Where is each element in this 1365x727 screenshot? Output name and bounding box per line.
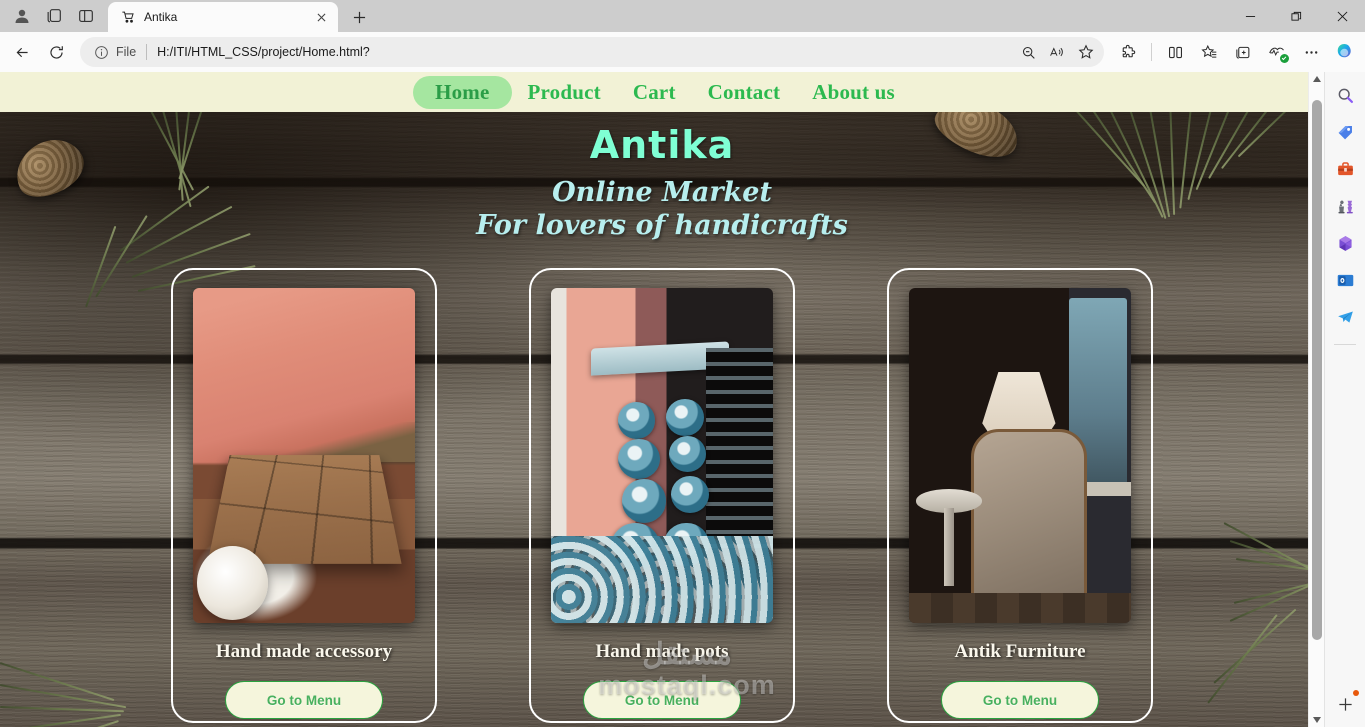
tab-close-icon[interactable] xyxy=(312,8,330,26)
collections-add-icon[interactable] xyxy=(1227,36,1259,68)
profile-icon[interactable] xyxy=(6,2,38,30)
favorites-list-icon[interactable] xyxy=(1193,36,1225,68)
search-icon[interactable] xyxy=(1330,80,1360,110)
go-to-menu-button[interactable]: Go to Menu xyxy=(583,681,741,720)
site-nav: Home Product Cart Contact About us xyxy=(0,72,1324,112)
edge-sidebar xyxy=(1324,72,1365,727)
go-to-menu-button[interactable]: Go to Menu xyxy=(225,681,383,720)
window-controls xyxy=(1227,0,1365,32)
sidebar-divider xyxy=(1334,344,1356,345)
new-tab-button[interactable] xyxy=(344,3,374,31)
handmade-pots-photo[interactable] xyxy=(551,288,773,624)
window-close-icon[interactable] xyxy=(1319,0,1365,32)
nav-item-product[interactable]: Product xyxy=(512,76,617,109)
favorite-star-icon[interactable] xyxy=(1072,39,1100,65)
maximize-icon[interactable] xyxy=(1273,0,1319,32)
omnibox-divider xyxy=(146,44,148,60)
page-viewport: Home Product Cart Contact About us Antik… xyxy=(0,72,1324,727)
pottery-heap xyxy=(551,536,773,624)
page-scrollbar[interactable] xyxy=(1308,72,1324,727)
games-chess-icon[interactable] xyxy=(1330,191,1360,221)
hero-tagline-line-2: For lovers of handicrafts xyxy=(476,210,848,242)
refresh-icon[interactable] xyxy=(40,36,72,68)
split-pane-icon[interactable] xyxy=(70,2,102,30)
card-title: Antik Furniture xyxy=(954,641,1086,663)
card-title: Hand made accessory xyxy=(215,641,393,663)
scroll-up-arrow-icon[interactable] xyxy=(1309,72,1324,86)
wood-floor xyxy=(909,593,1131,624)
card-title: Hand made pots xyxy=(595,641,729,663)
ceramic-plate xyxy=(622,479,667,523)
url-text[interactable]: H:/ITI/HTML_CSS/project/Home.html? xyxy=(157,45,1014,59)
tab-collections-icon[interactable] xyxy=(38,2,70,30)
microsoft-365-icon[interactable] xyxy=(1330,228,1360,258)
nav-item-cart[interactable]: Cart xyxy=(617,76,692,109)
wing-chair xyxy=(971,428,1087,604)
table-leg xyxy=(943,508,955,586)
hero-section: Antika Online Market For lovers of handi… xyxy=(0,112,1324,243)
cart-icon xyxy=(120,9,136,25)
lamp-shade xyxy=(982,371,1056,433)
nav-item-contact[interactable]: Contact xyxy=(692,76,797,109)
minimize-icon[interactable] xyxy=(1227,0,1273,32)
address-bar[interactable]: File H:/ITI/HTML_CSS/project/Home.html? xyxy=(80,37,1104,67)
site-brand-title: Antika xyxy=(589,123,735,167)
ceramic-plate xyxy=(670,475,709,513)
card-hand-made-pots[interactable]: Hand made pots Go to Menu xyxy=(529,268,795,724)
zoom-out-icon[interactable] xyxy=(1014,39,1042,65)
go-to-menu-button[interactable]: Go to Menu xyxy=(941,681,1099,720)
ceramic-plate xyxy=(617,402,656,439)
notification-dot xyxy=(1353,690,1359,696)
category-cards: Hand made accessory Go to Menu Hand made… xyxy=(0,268,1324,724)
shopping-tag-icon[interactable] xyxy=(1330,117,1360,147)
tools-briefcase-icon[interactable] xyxy=(1330,154,1360,184)
hero-tagline: Online Market For lovers of handicrafts xyxy=(0,176,1324,244)
extensions-puzzle-icon[interactable] xyxy=(1112,36,1144,68)
tab-strip: Antika xyxy=(0,0,1365,32)
back-arrow-icon[interactable] xyxy=(6,36,38,68)
omnibox-actions xyxy=(1014,39,1100,65)
side-table xyxy=(915,489,983,596)
nav-item-about-us[interactable]: About us xyxy=(796,76,911,109)
browser-essentials-icon[interactable] xyxy=(1261,36,1293,68)
shop-shelves xyxy=(706,348,773,557)
toolbar-divider xyxy=(1151,43,1152,61)
edge-browser-window: Antika File H:/ITI/HTML_CSS/project/Home… xyxy=(0,0,1365,727)
handmade-accessory-photo[interactable] xyxy=(193,288,415,624)
read-aloud-icon[interactable] xyxy=(1043,39,1071,65)
tab-title: Antika xyxy=(144,10,178,24)
ceramic-plate xyxy=(666,398,705,436)
url-scheme-label: File xyxy=(116,45,137,59)
scroll-down-arrow-icon[interactable] xyxy=(1309,713,1324,727)
antik-furniture-photo[interactable] xyxy=(909,288,1131,624)
info-circle-icon[interactable] xyxy=(92,43,110,61)
hero-tagline-line-1: Online Market xyxy=(552,176,772,208)
ceramic-plate xyxy=(668,435,707,473)
nav-item-home[interactable]: Home xyxy=(413,75,512,109)
split-screen-icon[interactable] xyxy=(1159,36,1191,68)
browser-tab[interactable]: Antika xyxy=(108,2,338,32)
ceramic-plate xyxy=(617,438,660,480)
browser-toolbar: File H:/ITI/HTML_CSS/project/Home.html? xyxy=(0,32,1365,72)
telegram-plane-icon[interactable] xyxy=(1330,302,1360,332)
add-plus-icon[interactable] xyxy=(1330,689,1360,719)
more-ellipsis-icon[interactable] xyxy=(1295,36,1327,68)
copilot-icon[interactable] xyxy=(1331,38,1359,66)
outlook-icon[interactable] xyxy=(1330,265,1360,295)
card-hand-made-accessory[interactable]: Hand made accessory Go to Menu xyxy=(171,268,437,724)
card-antik-furniture[interactable]: Antik Furniture Go to Menu xyxy=(887,268,1153,724)
scrollbar-thumb[interactable] xyxy=(1312,100,1322,640)
